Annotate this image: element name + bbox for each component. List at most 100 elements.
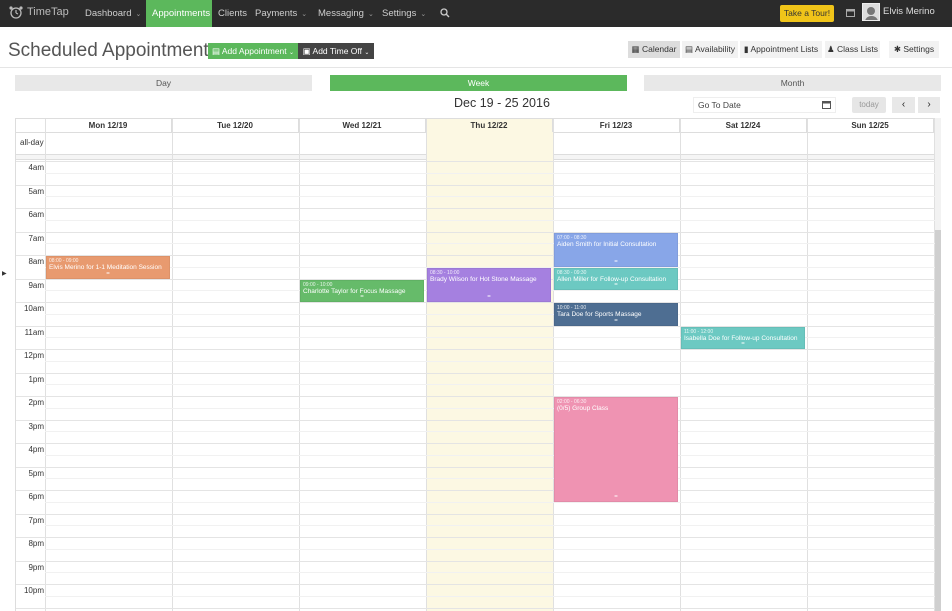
chevron-down-icon: ⌄ — [301, 11, 308, 18]
event-time: 02:00 - 06:30 — [557, 399, 587, 405]
day-header[interactable]: Mon 12/19 — [45, 119, 172, 132]
prev-week-button[interactable]: ‹ — [892, 97, 915, 113]
search-button[interactable] — [434, 0, 456, 27]
resize-handle-icon[interactable]: = — [555, 259, 677, 265]
nav-messaging[interactable]: Messaging ⌄ — [312, 0, 380, 27]
hour-label: 7am — [28, 233, 44, 243]
resize-handle-icon[interactable]: = — [47, 271, 169, 277]
hour-label: 10am — [23, 304, 44, 313]
avatar[interactable] — [862, 3, 880, 21]
nav-dashboard-label: Dashboard — [85, 8, 132, 19]
nav-dashboard[interactable]: Dashboard ⌄ — [79, 0, 147, 27]
chevron-down-icon: ⌄ — [420, 11, 427, 18]
tab-availability[interactable]: ▤ Availability — [682, 41, 738, 58]
event-title: Aiden Smith for Initial Consultation — [557, 240, 657, 248]
hour-label: 5am — [28, 186, 44, 196]
chevron-right-icon: › — [927, 99, 931, 110]
chevron-down-icon: ⌄ — [135, 11, 142, 18]
half-hour-line — [45, 360, 935, 362]
hour-line — [16, 584, 935, 585]
appointment-event[interactable]: 07:00 - 08:30 Aiden Smith for Initial Con… — [554, 232, 678, 267]
day-header[interactable]: Tue 12/20 — [172, 119, 299, 132]
event-time: 10:00 - 11:00 — [557, 305, 587, 311]
tab-settings[interactable]: ✱ Settings — [889, 41, 939, 58]
day-header[interactable]: Wed 12/21 — [299, 119, 426, 132]
resize-handle-icon[interactable]: = — [682, 341, 804, 347]
hour-label: 6am — [28, 210, 44, 219]
half-hour-line — [45, 431, 935, 433]
hour-label: 7pm — [28, 515, 44, 525]
half-hour-line — [45, 313, 935, 315]
next-week-button[interactable]: › — [917, 97, 940, 113]
add-time-off-button[interactable]: ▣ Add Time Off ⌄ — [298, 43, 374, 59]
logo-text: TimeTap — [27, 6, 69, 18]
mode-day[interactable]: Day — [15, 75, 312, 91]
hour-line — [16, 537, 935, 538]
chevron-down-icon: ⌄ — [367, 11, 374, 18]
top-nav: TimeTap Dashboard ⌄ Appointments Clients … — [0, 0, 952, 27]
half-hour-line — [45, 548, 935, 550]
calendar-icon[interactable] — [822, 100, 831, 109]
appointment-event[interactable]: 09:00 - 10:00 Charlotte Taylor for Focus … — [300, 279, 424, 302]
book-icon: ▤ — [211, 46, 220, 56]
mode-month[interactable]: Month — [644, 75, 941, 91]
half-hour-line — [45, 595, 935, 597]
nav-settings[interactable]: Settings ⌄ — [376, 0, 432, 27]
add-appointment-button[interactable]: ▤ Add Appointment ⌄ — [208, 43, 298, 59]
hour-label: 12pm — [23, 351, 44, 360]
appointment-event[interactable]: 11:00 - 12:00 Isabella Doe for Follow-up … — [681, 326, 805, 349]
hour-label: 8am — [28, 257, 44, 266]
nav-clients-label: Clients — [218, 8, 248, 19]
calendar-icon[interactable] — [846, 8, 855, 17]
nav-clients[interactable]: Clients — [212, 0, 253, 27]
today-button[interactable]: today — [852, 97, 886, 113]
day-header[interactable]: Thu 12/22 — [426, 119, 553, 132]
user-name[interactable]: Elvis Merino — [883, 0, 935, 23]
resize-handle-icon[interactable]: = — [555, 318, 677, 324]
logo-icon — [9, 6, 23, 19]
time-off-icon: ▣ — [302, 46, 311, 56]
nav-messaging-label: Messaging — [318, 8, 364, 19]
event-time: 11:00 - 12:00 — [684, 328, 714, 335]
hour-label: 9pm — [28, 562, 44, 572]
appointment-event[interactable]: 08:30 - 09:30 Allen Miller for Follow-up … — [554, 267, 678, 291]
scrollbar-thumb[interactable] — [935, 230, 941, 611]
goto-date-input[interactable]: Go To Date — [693, 97, 836, 113]
event-title: Brady Wilson for Hot Stone Massage — [430, 275, 537, 283]
chevron-left-icon: ‹ — [901, 99, 906, 110]
logo[interactable]: TimeTap — [8, 5, 69, 19]
nav-payments[interactable]: Payments ⌄ — [249, 0, 313, 27]
half-hour-line — [45, 501, 935, 503]
resize-handle-icon[interactable]: = — [555, 494, 677, 500]
tab-calendar[interactable]: ▦ Calendar — [628, 41, 680, 58]
day-header[interactable]: Sat 12/24 — [680, 119, 807, 132]
resize-handle-icon[interactable]: = — [428, 294, 550, 300]
tab-appointment-lists[interactable]: ▮ Appointment Lists — [740, 41, 822, 58]
hour-line — [16, 560, 935, 562]
half-hour-line — [45, 525, 935, 527]
half-hour-line — [45, 384, 935, 386]
half-hour-line — [45, 172, 935, 174]
appointment-event[interactable]: 08:00 - 09:00 Elvis Merino for 1-1 Medita… — [46, 256, 170, 279]
appointment-event[interactable]: 02:00 - 06:30 (0/5) Group Class = — [554, 397, 678, 502]
take-tour-button[interactable]: Take a Tour! — [780, 5, 834, 22]
hour-line — [16, 607, 935, 609]
tab-availability-label: Availability — [694, 44, 735, 54]
resize-handle-icon[interactable]: = — [301, 294, 423, 300]
appointment-event[interactable]: 10:00 - 11:00 Tara Doe for Sports Massage… — [554, 303, 678, 326]
hour-label: 8pm — [28, 539, 44, 548]
hour-label: 4pm — [28, 445, 44, 454]
nav-settings-label: Settings — [382, 8, 417, 19]
mode-week[interactable]: Week — [330, 75, 627, 91]
appointment-event[interactable]: 08:30 - 10:00 Brady Wilson for Hot Stone … — [427, 267, 551, 302]
divider — [0, 67, 952, 68]
search-icon — [440, 8, 450, 18]
nav-appointments[interactable]: Appointments — [146, 0, 212, 27]
add-time-off-label: Add Time Off — [312, 46, 362, 56]
day-header[interactable]: Sun 12/25 — [807, 119, 934, 132]
day-header[interactable]: Fri 12/23 — [553, 119, 680, 132]
goto-date-label: Go To Date — [698, 100, 741, 110]
event-title: (0/5) Group Class — [557, 405, 609, 412]
resize-handle-icon[interactable]: = — [555, 282, 677, 288]
tab-class-lists[interactable]: ♟ Class Lists — [825, 41, 880, 58]
